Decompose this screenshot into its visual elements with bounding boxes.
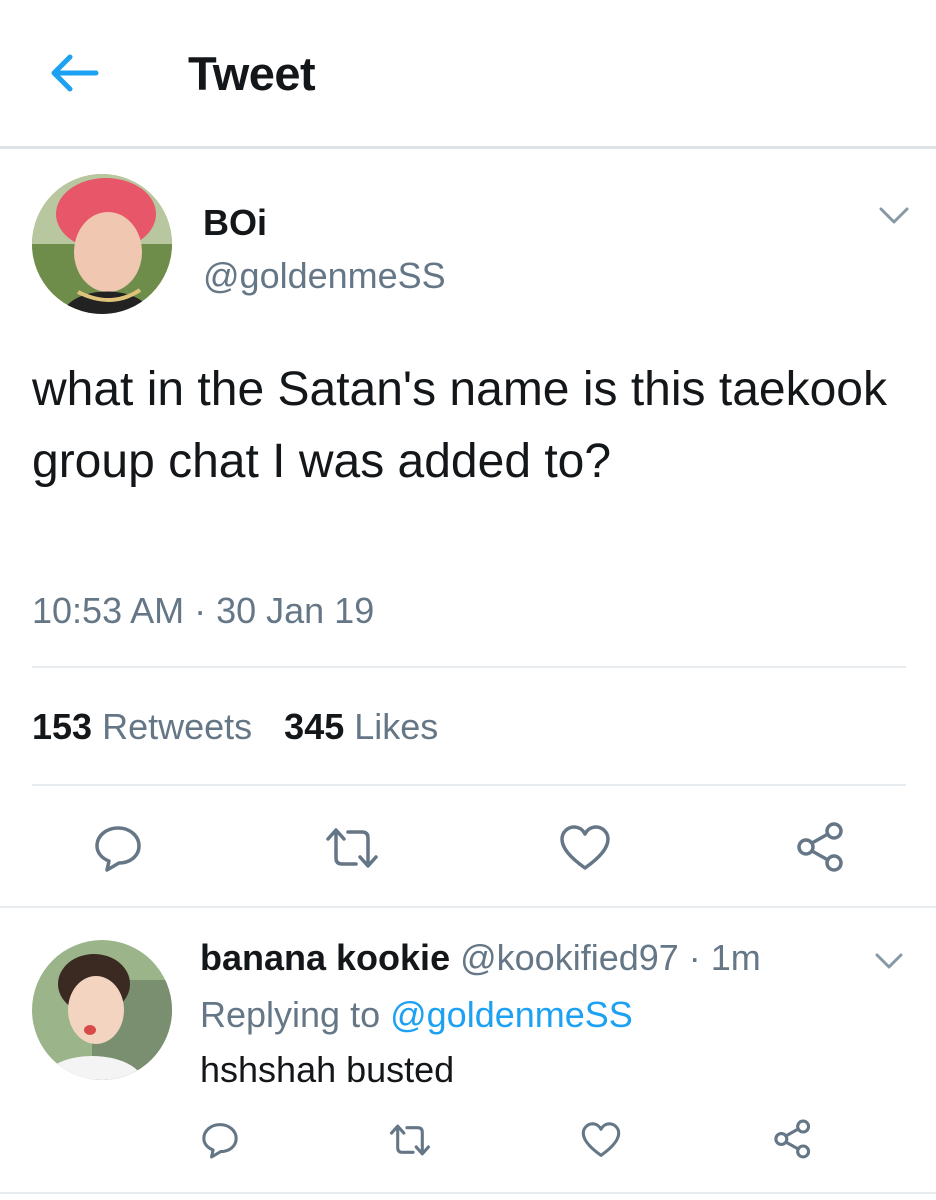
header-divider [0, 146, 936, 149]
retweets-label: Retweets [102, 706, 253, 747]
reply-author-handle[interactable]: @kookified97 [460, 937, 679, 978]
share-icon [797, 822, 843, 872]
avatar[interactable] [32, 174, 172, 314]
replying-to-link[interactable]: @goldenmeSS [390, 994, 633, 1035]
reply-reply-button[interactable] [200, 1120, 240, 1160]
tweet-timestamp: 10:53 AM · 30 Jan 19 [32, 590, 375, 631]
reply-share-button[interactable] [772, 1118, 814, 1160]
divider [0, 1192, 936, 1194]
retweet-icon [390, 1124, 430, 1156]
reply-button[interactable] [92, 822, 144, 874]
tweet-text: what in the Satan's name is this taekook… [32, 363, 887, 488]
reply-time: 1m [710, 937, 761, 978]
reply-avatar[interactable] [32, 940, 172, 1080]
divider [32, 784, 906, 786]
reply-icon [95, 826, 141, 872]
page-title: Tweet [188, 47, 316, 100]
replying-to: Replying to @goldenmeSS [200, 994, 633, 1036]
like-icon [560, 825, 610, 870]
share-icon [774, 1119, 811, 1159]
author-handle[interactable]: @goldenmeSS [203, 255, 446, 297]
likes-stat[interactable]: 345 Likes [284, 706, 438, 748]
tweet-options-button[interactable] [876, 200, 912, 230]
reply-time-separator: · [678, 937, 711, 978]
reply-text: hshshah busted [200, 1049, 455, 1090]
reply-retweet-button[interactable] [386, 1120, 434, 1160]
retweets-count: 153 [32, 706, 93, 747]
top-bar [0, 0, 936, 146]
like-icon [581, 1122, 621, 1157]
reply-header: banana kookie @kookified97 · 1m [200, 937, 761, 979]
arrow-left-icon [51, 54, 99, 92]
author-name[interactable]: BOi [203, 202, 267, 244]
likes-count: 345 [284, 706, 345, 747]
divider [32, 666, 906, 668]
reply-icon [202, 1123, 238, 1159]
back-button[interactable] [44, 48, 104, 98]
retweets-stat[interactable]: 153 Retweets [32, 706, 252, 748]
reply-author-name[interactable]: banana kookie [200, 937, 450, 978]
reply-like-button[interactable] [580, 1120, 622, 1160]
like-button[interactable] [558, 822, 612, 874]
tweet-stats: 153 Retweets 345 Likes [32, 706, 438, 748]
replying-to-label: Replying to [200, 994, 391, 1035]
retweet-icon [326, 828, 378, 868]
chevron-down-icon [875, 953, 903, 969]
likes-label: Likes [354, 706, 439, 747]
reply-options-button[interactable] [872, 946, 906, 974]
chevron-down-icon [879, 207, 909, 224]
share-button[interactable] [794, 820, 848, 874]
retweet-button[interactable] [322, 822, 382, 874]
divider [0, 906, 936, 908]
